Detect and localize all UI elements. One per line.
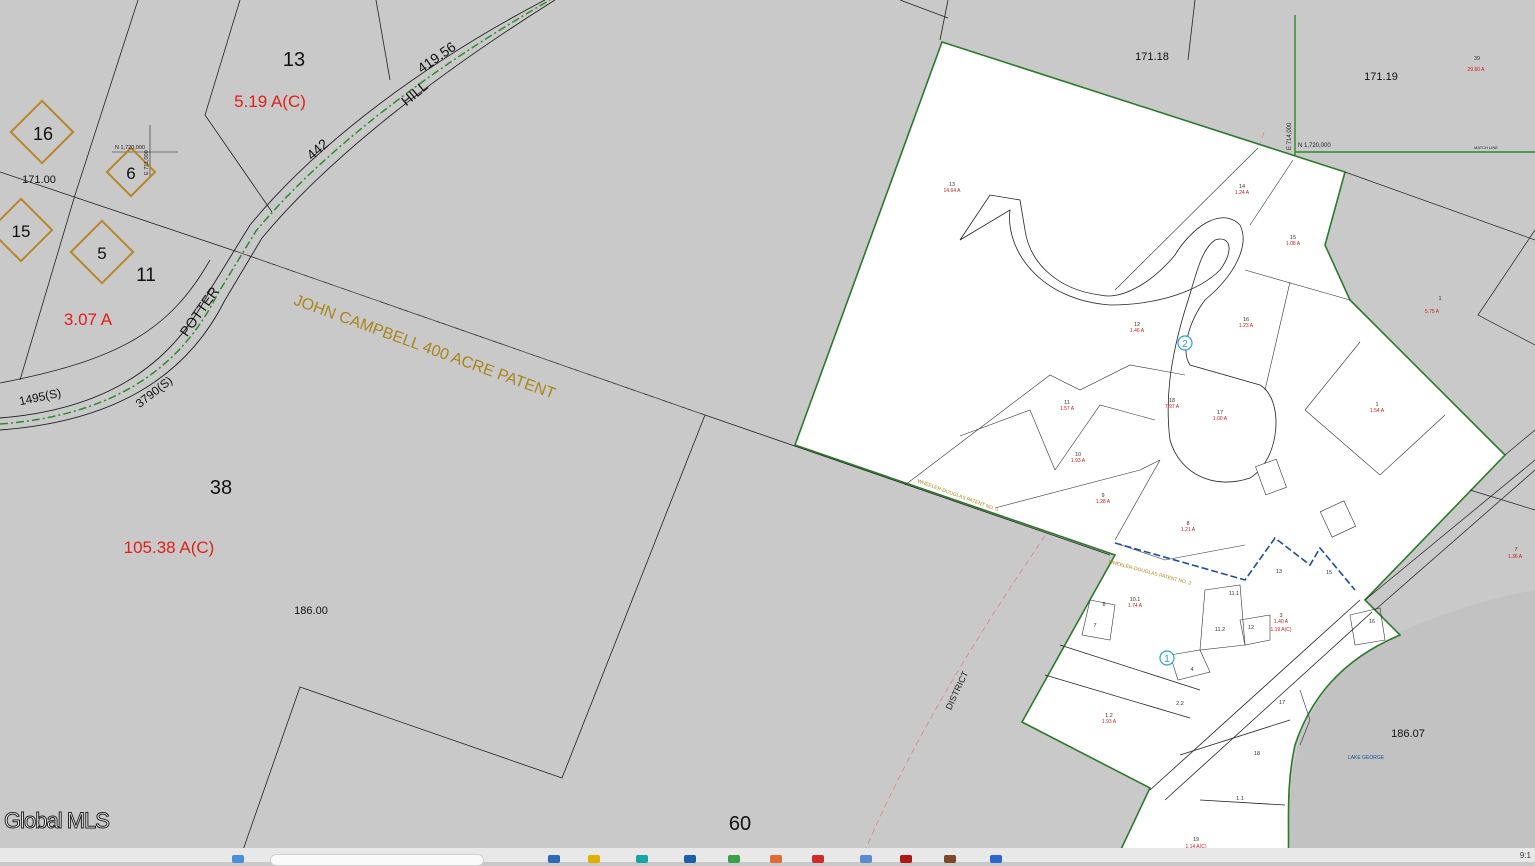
section-171-18: 171.18 — [1135, 51, 1169, 63]
svg-text:18: 18 — [1254, 751, 1260, 757]
svg-text:39: 39 — [1474, 56, 1480, 62]
svg-text:1.28 A: 1.28 A — [1096, 499, 1111, 505]
grid-e-711000: E 711,000 — [144, 150, 150, 175]
svg-text:1: 1 — [1438, 296, 1441, 302]
parcel-13-acreage: 5.19 A(C) — [234, 92, 306, 111]
map-marker-1: 1 — [1159, 650, 1175, 666]
svg-text:4: 4 — [1190, 667, 1193, 673]
tax-map: 16 6 15 5 13 5.19 A(C) 11 3.07 A 38 105.… — [0, 0, 1535, 862]
parcel-60-number: 60 — [729, 813, 751, 835]
svg-text:1.19 A(C): 1.19 A(C) — [1270, 627, 1291, 633]
map-marker-2: 2 — [1177, 335, 1193, 351]
svg-text:1.1: 1.1 — [1236, 796, 1244, 802]
svg-text:15: 15 — [12, 222, 31, 241]
svg-text:2.2: 2.2 — [1176, 701, 1184, 707]
parcel-11-number: 11 — [136, 265, 156, 286]
parcel-13-number: 13 — [283, 49, 305, 71]
section-171-00: 171.00 — [22, 174, 56, 186]
svg-text:1.40 A: 1.40 A — [1274, 619, 1289, 625]
svg-text:1.08 A: 1.08 A — [1286, 241, 1301, 247]
svg-text:5: 5 — [97, 244, 106, 263]
grid-n-1720000-right: N 1,720,000 — [1298, 143, 1331, 149]
section-186-07: 186.07 — [1391, 728, 1425, 740]
svg-text:16: 16 — [33, 124, 53, 144]
svg-text:11.1: 11.1 — [1229, 591, 1239, 597]
svg-text:5.75 A: 5.75 A — [1425, 309, 1440, 315]
svg-text:15: 15 — [1326, 570, 1332, 576]
svg-text:7: 7 — [1093, 623, 1096, 629]
svg-text:1.93 A: 1.93 A — [1071, 458, 1086, 464]
svg-text:13: 13 — [1276, 569, 1282, 575]
svg-text:2: 2 — [1182, 339, 1188, 350]
svg-text:1.23 A: 1.23 A — [1239, 323, 1254, 329]
svg-text:1.21 A: 1.21 A — [1181, 527, 1196, 533]
svg-text:8: 8 — [1102, 602, 1105, 608]
svg-text:1: 1 — [1164, 654, 1170, 665]
svg-text:14.64 A: 14.64 A — [944, 188, 962, 194]
svg-text:1.36 A: 1.36 A — [1508, 554, 1523, 560]
svg-text:1.54 A: 1.54 A — [1370, 408, 1385, 414]
grid-e-714000: E 714,000 — [1287, 122, 1293, 150]
svg-text:19: 19 — [1193, 837, 1199, 843]
watermark-global-mls: Global MLS — [4, 808, 111, 834]
grid-n-1720000-left: N 1,720,000 — [115, 145, 145, 151]
parcel-38-acreage: 105.38 A(C) — [124, 538, 215, 557]
taskbar-search[interactable] — [270, 854, 484, 866]
svg-text:12: 12 — [1248, 625, 1254, 631]
svg-text:1.24 A: 1.24 A — [1235, 190, 1250, 196]
svg-text:11.2: 11.2 — [1215, 627, 1225, 633]
parcel-38-number: 38 — [210, 477, 232, 499]
svg-text:1.57 A: 1.57 A — [1060, 406, 1075, 412]
lake-label: LAKE GEORGE — [1348, 755, 1385, 761]
match-line-label: MATCH LINE — [1474, 145, 1498, 150]
svg-text:16: 16 — [1369, 619, 1375, 625]
svg-text:1.93 A: 1.93 A — [1102, 719, 1117, 725]
svg-text:29.60 A: 29.60 A — [1468, 67, 1486, 73]
svg-text:17: 17 — [1279, 700, 1285, 706]
taskbar — [0, 848, 1535, 862]
svg-text:7.97 A: 7.97 A — [1165, 404, 1180, 410]
svg-text:1.46 A: 1.46 A — [1130, 328, 1145, 334]
taskbar-clock: 9:1 — [1519, 851, 1531, 860]
svg-text:1.00 A: 1.00 A — [1213, 416, 1228, 422]
parcel-11-acreage: 3.07 A — [64, 310, 113, 329]
svg-text:7: 7 — [1514, 547, 1517, 553]
svg-text:6: 6 — [126, 164, 135, 183]
section-186-00: 186.00 — [294, 605, 328, 617]
section-171-19: 171.19 — [1364, 71, 1398, 83]
svg-text:1.74 A: 1.74 A — [1128, 603, 1143, 609]
